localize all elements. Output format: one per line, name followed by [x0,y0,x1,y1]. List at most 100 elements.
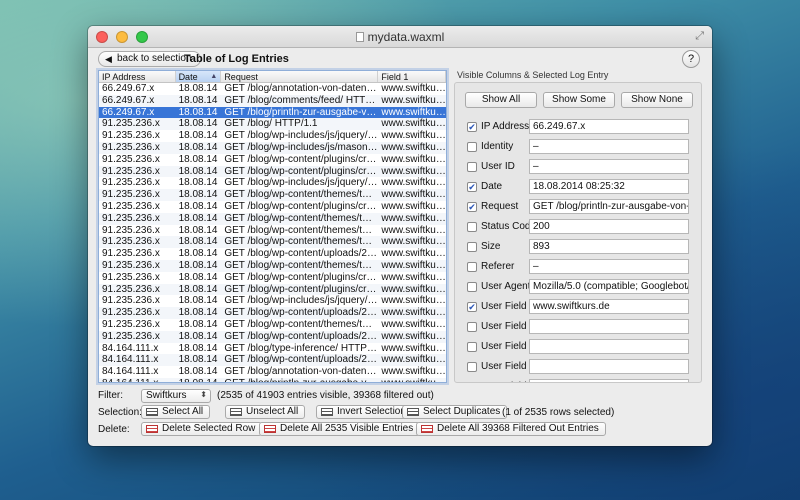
table-row[interactable]: 91.235.236.x 18.08.14 GET /blog/wp-content… [99,319,446,331]
table-row[interactable]: 91.235.236.x 18.08.14 GET /blog/wp-content… [99,201,446,213]
table-cell: GET /blog/wp-includes/js/jquery/j… [224,177,379,189]
table-row[interactable]: 91.235.236.x 18.08.14 GET /blog/wp-content… [99,165,446,178]
select-duplicates-button[interactable]: Select Duplicates [402,405,508,419]
table-cell: GET /blog/wp-content/uploads/201… [224,354,379,366]
column-visibility-checkbox[interactable] [467,282,477,292]
table-row[interactable]: 66.249.67.x 18.08.14 GET /blog/comments/fe… [99,94,446,107]
column-visibility-checkbox[interactable] [467,142,477,152]
show-some-button[interactable]: Show Some [543,92,615,108]
table-row[interactable]: 66.249.67.x 18.08.14 GET /blog/println-zur… [99,106,446,119]
column-visibility-checkbox[interactable] [467,262,477,272]
field-value[interactable]: 893 [529,239,689,254]
field-value[interactable] [529,359,689,374]
field-row: User Field 2 [467,319,693,335]
table-row[interactable]: 84.164.111.x 18.08.14 GET /blog/annotation… [99,366,446,378]
table-row[interactable]: 91.235.236.x 18.08.14 GET /blog/wp-include… [99,295,446,307]
field-value[interactable] [529,319,689,334]
delete-filtered-button[interactable]: Delete All 39368 Filtered Out Entries [416,422,606,436]
table-row[interactable]: 91.235.236.x 18.08.14 GET /blog/wp-content… [99,212,446,225]
field-value[interactable]: – [529,259,689,274]
unselect-all-button[interactable]: Unselect All [225,405,306,419]
selection-info: (1 of 2535 rows selected) [502,407,615,418]
table-row[interactable]: 91.235.236.x 18.08.14 GET /blog/wp-include… [99,130,446,142]
field-row: User ID – [467,159,693,175]
log-table[interactable]: IP Address Date ▲ Request Field 1 66.249.… [98,70,447,383]
list-icon [230,408,242,416]
field-value[interactable] [529,339,689,354]
table-row[interactable]: 91.235.236.x 18.08.14 GET /blog/wp-content… [99,225,446,237]
table-row[interactable]: 91.235.236.x 18.08.14 GET /blog/wp-content… [99,330,446,343]
filter-select[interactable]: Swiftkurs ⬍ [141,389,211,403]
table-cell: 91.235.236.x [102,248,160,260]
column-header-date[interactable]: Date ▲ [175,71,222,82]
column-visibility-checkbox[interactable] [467,242,477,252]
table-cell: 91.235.236.x [102,153,160,165]
column-visibility-checkbox[interactable]: ✔ [467,302,477,312]
table-row[interactable]: 91.235.236.x 18.08.14 GET /blog/wp-content… [99,189,446,201]
column-visibility-checkbox[interactable] [467,362,477,372]
table-row[interactable]: 91.235.236.x 18.08.14 GET /blog/wp-content… [99,236,446,249]
table-row[interactable]: 84.164.111.x 18.08.14 GET /blog/wp-content… [99,354,446,367]
field-value[interactable] [529,379,689,382]
table-row[interactable]: 91.235.236.x 18.08.14 GET /blog/wp-content… [99,259,446,272]
field-value[interactable]: www.swiftkurs.de [529,299,689,314]
delete-list-icon [421,425,433,433]
table-row[interactable]: 84.164.111.x 18.08.14 GET /blog/type-infer… [99,343,446,355]
unselect-all-label: Unselect All [246,406,299,417]
show-none-button[interactable]: Show None [621,92,693,108]
title-bar[interactable]: mydata.waxml ⤢ [88,26,712,48]
delete-visible-button[interactable]: Delete All 2535 Visible Entries [259,422,421,436]
field-label: Request [481,201,519,212]
table-row[interactable]: 91.235.236.x 18.08.14 GET /blog/wp-content… [99,272,446,284]
table-row[interactable]: 91.235.236.x 18.08.14 GET /blog/wp-content… [99,248,446,260]
field-row: ✔ Date 18.08.2014 08:25:32 [467,179,693,195]
column-visibility-checkbox[interactable] [467,222,477,232]
table-cell: 18.08.14 [178,177,218,189]
field-value[interactable]: 66.249.67.x [529,119,689,134]
table-row[interactable]: 91.235.236.x 18.08.14 GET /blog/wp-content… [99,154,446,166]
table-cell: GET /blog/wp-content/plugins/cray… [224,271,379,283]
table-cell: GET /blog/wp-content/uploads/201… [224,330,379,342]
table-cell: 18.08.14 [178,224,218,236]
field-value[interactable]: 18.08.2014 08:25:32 [529,179,689,194]
table-row[interactable]: 91.235.236.x 18.08.14 GET /blog/wp-content… [99,307,446,319]
column-header-field1[interactable]: Field 1 [378,71,446,82]
column-header-ip[interactable]: IP Address [99,71,176,82]
field-value[interactable]: GET /blog/println-zur-ausgabe-von-va [529,199,689,214]
select-all-button[interactable]: Select All [141,405,211,419]
field-label: User Field 4 [481,361,535,372]
column-visibility-checkbox[interactable] [467,322,477,332]
table-row[interactable]: 91.235.236.x 18.08.14 GET /blog/wp-content… [99,283,446,296]
column-visibility-checkbox[interactable]: ✔ [467,122,477,132]
column-visibility-checkbox[interactable]: ✔ [467,202,477,212]
field-row: Status Code 200 [467,219,693,235]
filter-label: Filter: [98,390,123,401]
table-row[interactable]: 91.235.236.x 18.08.14 GET /blog/ HTTP/1.1 w… [99,118,446,131]
table-cell: 84.164.111.x [99,378,176,382]
table-cell: GET /blog/comments/feed/ HTTP/1.1 [224,94,379,106]
help-button[interactable]: ? [682,50,700,68]
field-value[interactable]: Mozilla/5.0 (compatible; Googlebot/2.1 [529,279,689,294]
table-row[interactable]: 91.235.236.x 18.08.14 GET /blog/wp-include… [99,177,446,189]
column-header-request[interactable]: Request [221,71,379,82]
fullscreen-icon[interactable]: ⤢ [695,30,704,43]
table-row[interactable]: 84.164.111.x18.08.14GET /blog/println-zu… [99,377,446,382]
field-value[interactable]: – [529,139,689,154]
column-visibility-checkbox[interactable] [467,382,477,383]
column-visibility-checkbox[interactable] [467,342,477,352]
table-cell: www.swiftkur… [381,307,446,319]
table-row[interactable]: 91.235.236.x 18.08.14 GET /blog/wp-include… [99,141,446,154]
column-visibility-checkbox[interactable] [467,162,477,172]
table-row[interactable]: 66.249.67.x 18.08.14 GET /blog/annotation-… [99,83,446,95]
table-cell: GET /blog/wp-content/themes/twen… [224,259,379,271]
field-value[interactable]: – [529,159,689,174]
delete-selected-button[interactable]: Delete Selected Row [141,422,263,436]
table-cell: GET /blog/wp-content/uploads/201… [224,248,379,260]
table-cell: 18.08.14 [178,94,218,106]
field-value[interactable]: 200 [529,219,689,234]
column-visibility-checkbox[interactable]: ✔ [467,182,477,192]
field-label: User Field 1 [481,301,535,312]
invert-selection-button[interactable]: Invert Selection [316,405,413,419]
show-all-button[interactable]: Show All [465,92,537,108]
table-cell: www.swiftkur… [381,248,446,260]
